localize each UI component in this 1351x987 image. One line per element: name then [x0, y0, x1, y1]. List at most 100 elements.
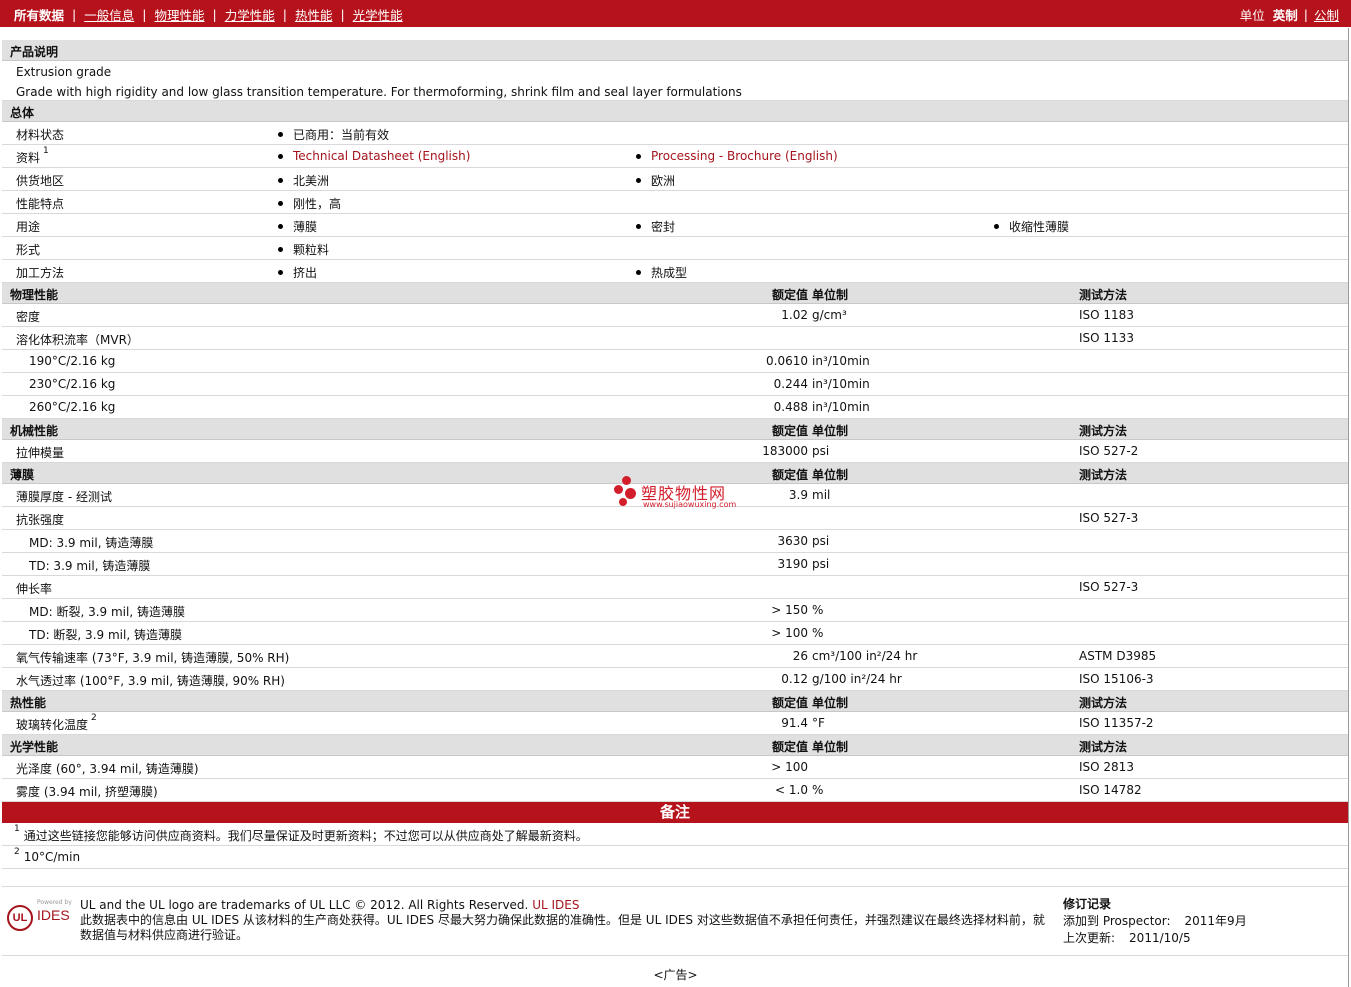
col-header-test: 测试方法 — [1079, 424, 1128, 438]
note-number: 2 — [14, 847, 20, 857]
nav-link-thermal[interactable]: 热性能 — [295, 5, 333, 24]
col-header-value: 额定值 — [771, 740, 808, 754]
nav-link-physical[interactable]: 物理性能 — [154, 5, 204, 24]
property-label: MD: 断裂, 3.9 mil, 铸造薄膜 — [29, 603, 185, 620]
bullet-item[interactable]: Processing - Brochure (English) — [632, 149, 838, 163]
property-unit: g/100 in²/24 hr — [812, 672, 902, 686]
row-label-text: 加工方法 — [16, 266, 65, 280]
footnote-ref[interactable]: 2 — [91, 713, 97, 723]
property-label-text: 玻璃转化温度 — [16, 718, 89, 732]
row-label: 加工方法 — [16, 264, 64, 281]
property-label: 230°C/2.16 kg — [29, 377, 115, 391]
property-label: 260°C/2.16 kg — [29, 400, 115, 414]
powered-by-text: Powered by — [37, 899, 72, 906]
unit-english-current: 英制 — [1272, 8, 1298, 23]
property-label: 溶化体积流率（MVR） — [16, 331, 139, 348]
footnote-ref[interactable]: 1 — [43, 146, 49, 156]
ul-ides-link[interactable]: UL IDES — [532, 898, 579, 912]
property-value: < 1.0 — [775, 783, 808, 797]
col-header-value: 额定值 — [771, 288, 808, 302]
test-method: ISO 527-2 — [1079, 444, 1139, 458]
general-row: 用途 薄膜 密封 收缩性薄膜 — [2, 214, 1348, 237]
test-method: ISO 11357-2 — [1079, 716, 1154, 730]
property-label-text: 260°C/2.16 kg — [29, 400, 116, 414]
nav-link-general[interactable]: 一般信息 — [84, 5, 134, 24]
property-row: MD: 断裂, 3.9 mil, 铸造薄膜 > 150% — [2, 599, 1348, 622]
general-row: 资料 1 Technical Datasheet (English) Processi… — [2, 145, 1348, 168]
description-text: Grade with high rigidity and low glass t… — [16, 85, 742, 99]
bullet-icon — [636, 178, 641, 183]
test-method: ASTM D3985 — [1079, 649, 1157, 663]
property-row: 玻璃转化温度 2 91.4 °F ISO 11357-2 — [2, 712, 1348, 735]
watermark-dot — [614, 485, 623, 494]
property-label-text: 抗张强度 — [16, 513, 65, 527]
ides-wordmark: IDES — [37, 907, 70, 923]
section-title: 物理性能 — [10, 288, 59, 302]
bullet-item: 收缩性薄膜 — [990, 218, 1069, 235]
property-row: 密度 1.02 g/cm³ ISO 1183 — [2, 304, 1348, 327]
note-item: 2 10°C/min — [14, 847, 80, 864]
row-label-text: 形式 — [16, 243, 41, 257]
bullet-icon — [278, 224, 283, 229]
property-unit: psi — [812, 534, 830, 548]
nav-link-mechanical[interactable]: 力学性能 — [225, 5, 275, 24]
col-header-test: 测试方法 — [1079, 696, 1128, 710]
bullet-text: 已商用：当前有效 — [293, 128, 390, 142]
bullet-item: 挤出 — [274, 264, 317, 281]
property-label-text: 薄膜厚度 - 经测试 — [16, 490, 112, 504]
ul-ides-logo[interactable]: UL Powered by IDES — [7, 899, 73, 933]
property-label: 拉伸模量 — [16, 444, 64, 461]
bullet-icon — [636, 224, 641, 229]
col-header-value: 额定值 — [771, 468, 808, 482]
watermark-dot — [625, 488, 636, 499]
property-label: MD: 3.9 mil, 铸造薄膜 — [29, 534, 153, 551]
added-value: 2011年9月 — [1184, 914, 1247, 928]
notes-title: 备注 — [659, 803, 690, 821]
property-value: 3630 — [777, 534, 808, 548]
watermark-dot — [622, 476, 631, 485]
disclaimer-text: 此数据表中的信息由 UL IDES 从该材料的生产商处获得。UL IDES 尽最… — [80, 913, 1045, 942]
property-unit: in³/10min — [812, 354, 870, 368]
datasheet-link[interactable]: Processing - Brochure (English) — [651, 149, 838, 163]
watermark-logo: 塑胶物性网 www.sujiaowuxing.com — [612, 476, 752, 512]
product-description-line: Grade with high rigidity and low glass t… — [2, 81, 1348, 101]
unit-metric-link[interactable]: 公制 — [1314, 5, 1339, 24]
property-value: 1.02 — [781, 308, 808, 322]
property-row: 230°C/2.16 kg 0.244 in³/10min — [2, 373, 1348, 396]
property-value: 3190 — [777, 557, 808, 571]
property-label: 光泽度 (60°, 3.94 mil, 铸造薄膜) — [16, 760, 199, 777]
test-method: ISO 1133 — [1079, 331, 1134, 345]
bullet-icon — [278, 178, 283, 183]
test-method: ISO 527-3 — [1079, 511, 1139, 525]
general-row: 材料状态 已商用：当前有效 — [2, 122, 1348, 145]
general-row: 性能特点 刚性，高 — [2, 191, 1348, 214]
col-header-unit: 单位制 — [812, 424, 849, 438]
trademark-text: UL and the UL logo are trademarks of UL … — [80, 898, 529, 912]
note-row: 2 10°C/min — [2, 846, 1348, 869]
bullet-item: 薄膜 — [274, 218, 317, 235]
nav-all-data[interactable]: 所有数据 — [14, 5, 64, 24]
property-unit: °F — [812, 716, 825, 730]
property-row: 光泽度 (60°, 3.94 mil, 铸造薄膜) > 100 ISO 2813 — [2, 756, 1348, 779]
col-header-unit: 单位制 — [812, 468, 849, 482]
revision-history: 修订记录 添加到 Prospector: 2011年9月 上次更新: 2011/10… — [1063, 896, 1247, 947]
bullet-item: 密封 — [632, 218, 675, 235]
property-label-text: MD: 断裂, 3.9 mil, 铸造薄膜 — [29, 605, 185, 619]
section-header: 热性能 额定值 单位制 测试方法 — [2, 691, 1348, 712]
col-header-unit: 单位制 — [812, 740, 849, 754]
ad-placeholder[interactable]: <广告> — [0, 966, 1351, 983]
nav-link-optical[interactable]: 光学性能 — [353, 5, 403, 24]
revision-title: 修订记录 — [1063, 897, 1112, 911]
property-unit: in³/10min — [812, 377, 870, 391]
test-method: ISO 14782 — [1079, 783, 1142, 797]
footer: UL Powered by IDES UL and the UL logo ar… — [2, 886, 1348, 956]
row-label-text: 供货地区 — [16, 174, 65, 188]
top-nav-bar: 所有数据 | 一般信息 | 物理性能 | 力学性能 | 热性能 | 光学性能 单… — [0, 0, 1351, 27]
property-label: 抗张强度 — [16, 511, 64, 528]
property-unit: % — [812, 783, 824, 797]
bullet-icon — [278, 201, 283, 206]
bullet-icon — [278, 270, 283, 275]
row-label: 材料状态 — [16, 126, 64, 143]
datasheet-link[interactable]: Technical Datasheet (English) — [293, 149, 470, 163]
bullet-item[interactable]: Technical Datasheet (English) — [274, 149, 470, 163]
